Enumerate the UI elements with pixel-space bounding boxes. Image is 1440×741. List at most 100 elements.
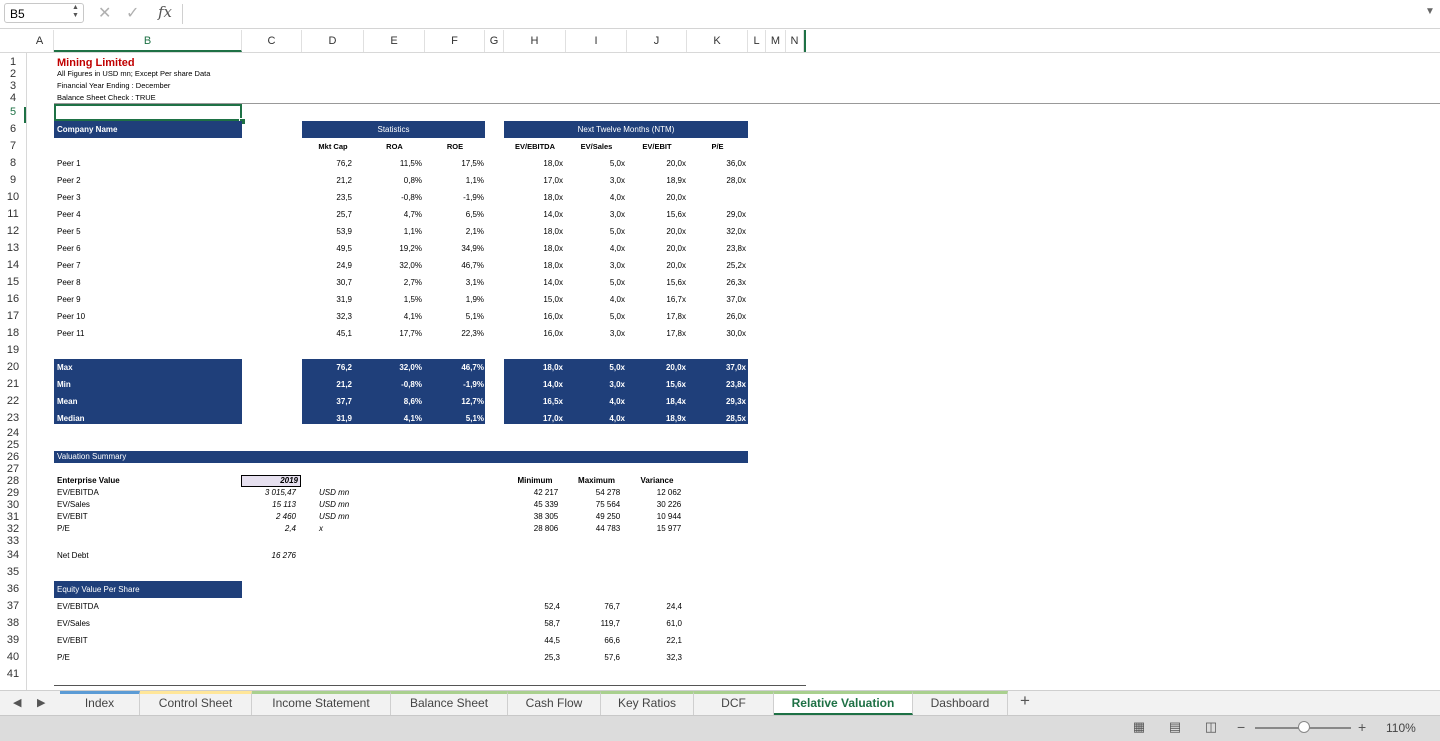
- zoom-slider-thumb[interactable]: [1298, 721, 1310, 733]
- column-header-c[interactable]: C: [242, 30, 302, 52]
- next-sheet-icon[interactable]: ▶: [37, 696, 45, 709]
- zoom-out-icon[interactable]: −: [1237, 719, 1245, 735]
- row-header-3[interactable]: 3: [0, 80, 26, 92]
- row-header-23[interactable]: 23: [0, 410, 26, 427]
- row-header-20[interactable]: 20: [0, 359, 26, 376]
- summary-value: 37,0x: [725, 362, 746, 372]
- row-header-25[interactable]: 25: [0, 439, 26, 451]
- row-header-27[interactable]: 27: [0, 463, 26, 475]
- sheet-tab-relative-valuation[interactable]: Relative Valuation: [774, 691, 913, 715]
- sheet-tab-control-sheet[interactable]: Control Sheet: [140, 691, 252, 715]
- valuation-row-label: EV/EBIT: [57, 512, 88, 521]
- row-header-22[interactable]: 22: [0, 393, 26, 410]
- column-header-a[interactable]: A: [26, 30, 54, 52]
- normal-view-icon[interactable]: ▦: [1129, 719, 1149, 735]
- column-header-f[interactable]: F: [425, 30, 485, 52]
- row-header-17[interactable]: 17: [0, 308, 26, 325]
- column-header-i[interactable]: I: [566, 30, 627, 52]
- valuation-row-value: 15 113: [272, 500, 296, 509]
- column-header-k[interactable]: K: [687, 30, 748, 52]
- row-header-28[interactable]: 28: [0, 475, 26, 487]
- row-header-7[interactable]: 7: [0, 138, 26, 155]
- function-icon[interactable]: fx: [158, 3, 172, 21]
- row-header-36[interactable]: 36: [0, 581, 26, 598]
- row-header-39[interactable]: 39: [0, 632, 26, 649]
- summary-value: 46,7%: [461, 362, 484, 372]
- sheet-tab-index[interactable]: Index: [60, 691, 140, 715]
- row-header-14[interactable]: 14: [0, 257, 26, 274]
- column-header-g[interactable]: G: [485, 30, 504, 52]
- stat-column-header: Mkt Cap: [318, 141, 348, 151]
- prev-sheet-icon[interactable]: ◀: [13, 696, 21, 709]
- sheet-tab-income-statement[interactable]: Income Statement: [252, 691, 391, 715]
- row-header-11[interactable]: 11: [0, 206, 26, 223]
- equity-row-label: P/E: [57, 652, 70, 662]
- row-header-26[interactable]: 26: [0, 451, 26, 463]
- zoom-level[interactable]: 110%: [1386, 721, 1416, 735]
- sheet-tab-dcf[interactable]: DCF: [694, 691, 774, 715]
- peer-value: 4,0x: [609, 192, 625, 202]
- peer-value: 20,0x: [666, 192, 686, 202]
- page-break-icon[interactable]: ◫: [1201, 719, 1221, 735]
- row-header-34[interactable]: 34: [0, 547, 26, 564]
- peer-value: 19,2%: [399, 243, 422, 253]
- row-header-19[interactable]: 19: [0, 342, 26, 359]
- sheet-tab-key-ratios[interactable]: Key Ratios: [601, 691, 694, 715]
- sheet-tab-balance-sheet[interactable]: Balance Sheet: [391, 691, 508, 715]
- column-header-l[interactable]: L: [748, 30, 766, 52]
- row-header-32[interactable]: 32: [0, 523, 26, 535]
- confirm-icon[interactable]: ✓: [126, 3, 139, 23]
- column-header-j[interactable]: J: [627, 30, 687, 52]
- row-header-30[interactable]: 30: [0, 499, 26, 511]
- row-header-24[interactable]: 24: [0, 427, 26, 439]
- peer-value: 2,1%: [465, 226, 484, 236]
- sheet-tab-dashboard[interactable]: Dashboard: [913, 691, 1008, 715]
- summary-value: 14,0x: [542, 379, 563, 389]
- add-sheet-icon[interactable]: +: [1020, 691, 1030, 711]
- valuation-row-var: 10 944: [656, 512, 682, 521]
- row-header-10[interactable]: 10: [0, 189, 26, 206]
- selected-cell-b5[interactable]: [54, 104, 242, 121]
- row-header-35[interactable]: 35: [0, 564, 26, 581]
- row-header-9[interactable]: 9: [0, 172, 26, 189]
- row-header-15[interactable]: 15: [0, 274, 26, 291]
- sheet-tab-cash-flow[interactable]: Cash Flow: [508, 691, 601, 715]
- row-header-29[interactable]: 29: [0, 487, 26, 499]
- row-header-21[interactable]: 21: [0, 376, 26, 393]
- row-header-6[interactable]: 6: [0, 121, 26, 138]
- peer-value: 18,0x: [543, 158, 563, 168]
- row-header-40[interactable]: 40: [0, 649, 26, 666]
- page-layout-icon[interactable]: ▤: [1165, 719, 1185, 735]
- row-header-41[interactable]: 41: [0, 666, 26, 683]
- row-header-4[interactable]: 4: [0, 92, 26, 104]
- valuation-row-value: 2,4: [284, 524, 296, 533]
- row-header-5[interactable]: 5: [0, 104, 26, 121]
- column-header-e[interactable]: E: [364, 30, 425, 52]
- summary-value: 5,1%: [465, 413, 484, 423]
- row-header-38[interactable]: 38: [0, 615, 26, 632]
- row-header-16[interactable]: 16: [0, 291, 26, 308]
- row-header-12[interactable]: 12: [0, 223, 26, 240]
- name-box-stepper-icon[interactable]: ▲ ▼: [72, 4, 79, 20]
- cancel-icon[interactable]: ✕: [98, 3, 111, 23]
- row-header-8[interactable]: 8: [0, 155, 26, 172]
- row-header-31[interactable]: 31: [0, 511, 26, 523]
- peer-value: 1,9%: [465, 294, 484, 304]
- row-header-13[interactable]: 13: [0, 240, 26, 257]
- column-header-b[interactable]: B: [54, 30, 242, 52]
- row-header-2[interactable]: 2: [0, 68, 26, 80]
- column-header-h[interactable]: H: [504, 30, 566, 52]
- peer-value: 3,1%: [465, 277, 484, 287]
- column-header-m[interactable]: M: [766, 30, 786, 52]
- row-header-33[interactable]: 33: [0, 535, 26, 547]
- row-header-18[interactable]: 18: [0, 325, 26, 342]
- column-header-n[interactable]: N: [786, 30, 804, 52]
- column-header-d[interactable]: D: [302, 30, 364, 52]
- peer-value: 3,0x: [609, 175, 625, 185]
- row-header-1[interactable]: 1: [0, 56, 26, 68]
- zoom-in-icon[interactable]: +: [1358, 719, 1366, 735]
- peer-value: 18,0x: [543, 260, 563, 270]
- row-header-37[interactable]: 37: [0, 598, 26, 615]
- formula-separator: [182, 4, 183, 24]
- expand-formula-icon[interactable]: ▼: [1425, 6, 1435, 17]
